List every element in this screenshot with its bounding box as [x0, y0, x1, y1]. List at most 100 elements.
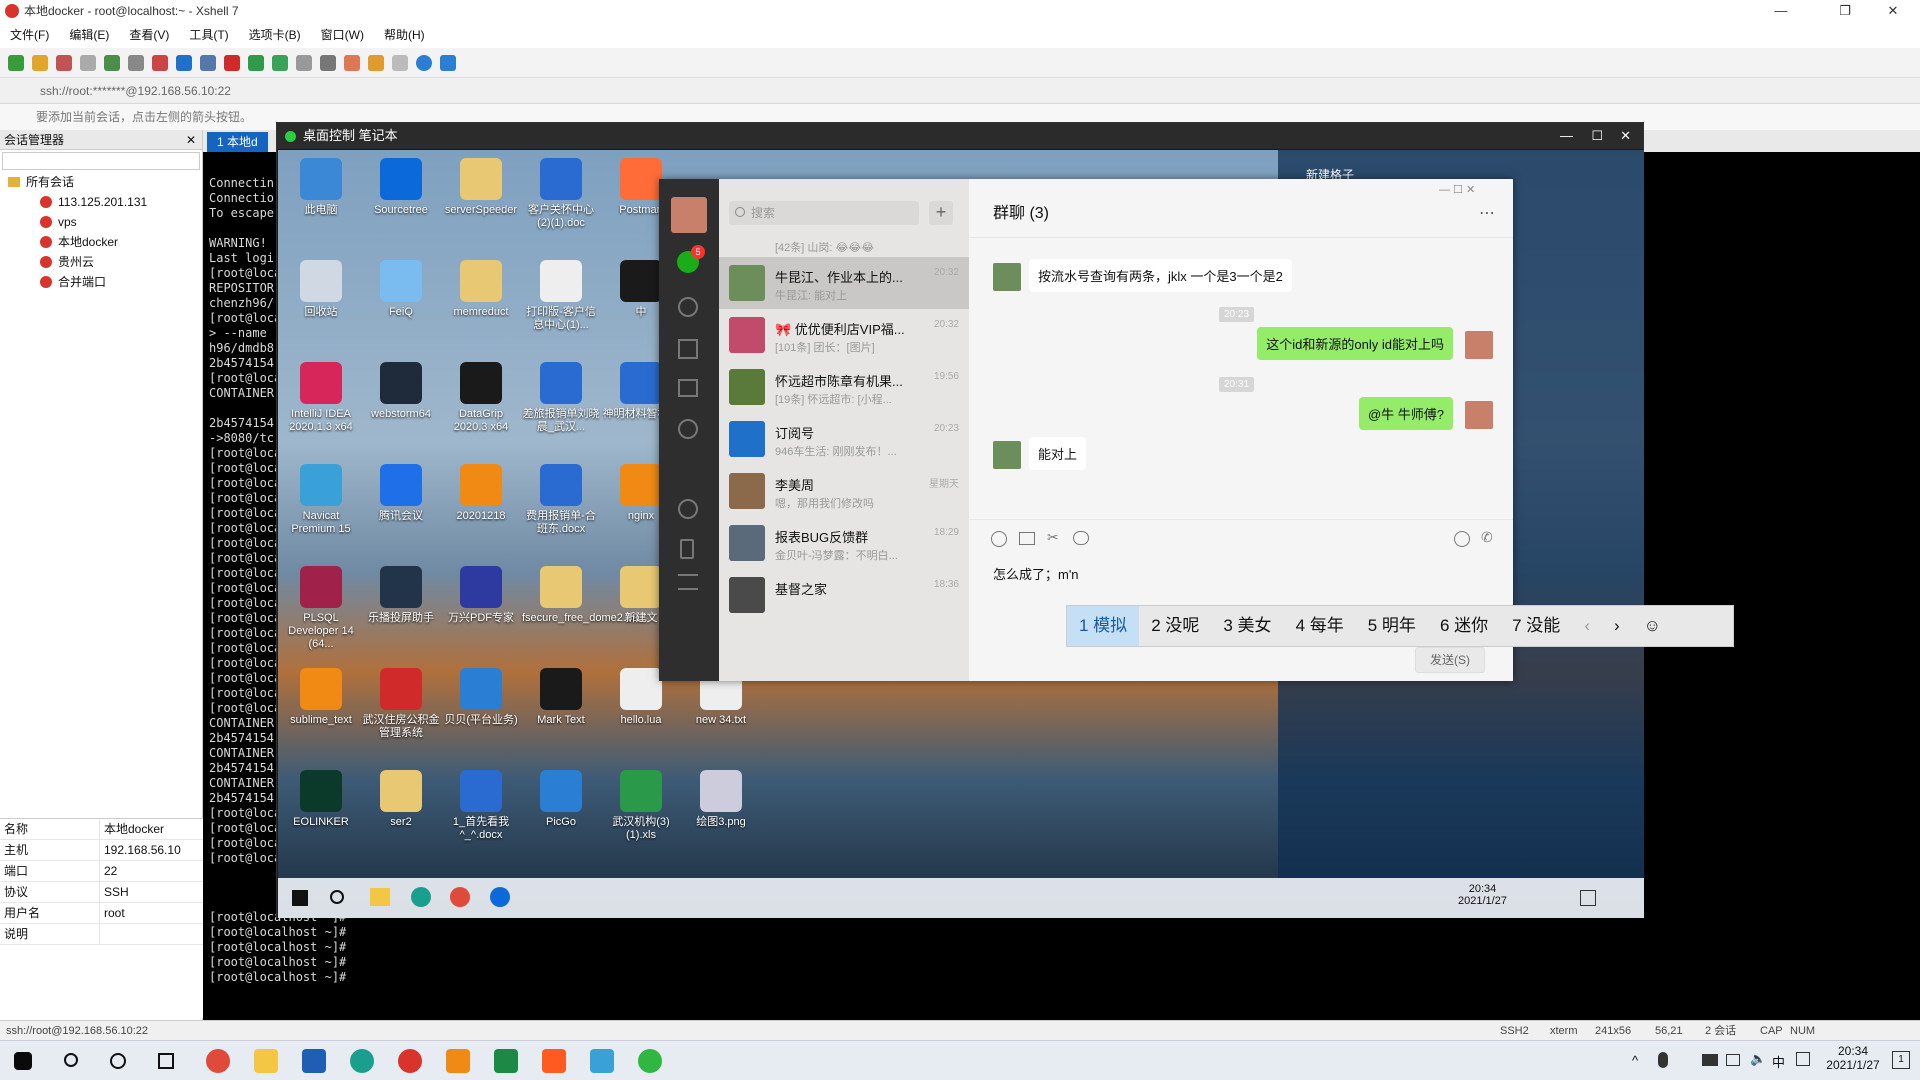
desktop-icon[interactable]: 万兴PDF专家	[442, 566, 520, 625]
message-avatar[interactable]	[993, 441, 1021, 469]
desktop-icon[interactable]: sublime_text	[282, 668, 360, 727]
file-icon[interactable]	[1019, 532, 1035, 545]
wechat-icon[interactable]	[638, 1049, 662, 1073]
conversation-item[interactable]: 牛昆江、作业本上的... 牛昆江: 能对上 20:32	[719, 257, 969, 309]
desktop-icon[interactable]: 腾讯会议	[362, 464, 440, 523]
remote-desktop-icon[interactable]	[590, 1049, 614, 1073]
menu-help[interactable]: 帮助(H)	[374, 22, 435, 48]
message-avatar[interactable]	[1465, 331, 1493, 359]
session-item[interactable]: 本地docker	[0, 232, 202, 252]
desktop-icon[interactable]: 客户关怀中心(2)(1).doc	[522, 158, 600, 230]
session-item[interactable]: vps	[0, 212, 202, 232]
session-search-input[interactable]	[2, 152, 200, 170]
edge-icon[interactable]	[350, 1049, 374, 1073]
desktop-icon[interactable]: 贝贝(平台业务)	[442, 668, 520, 727]
message-avatar[interactable]	[993, 263, 1021, 291]
favorites-icon[interactable]	[678, 339, 698, 359]
sublime-icon[interactable]	[446, 1049, 470, 1073]
font-icon[interactable]	[200, 54, 216, 71]
clock[interactable]: 20:34 2021/1/27	[1818, 1044, 1888, 1072]
desktop-icon[interactable]: Mark Text	[522, 668, 600, 727]
task-view-icon[interactable]	[158, 1053, 174, 1069]
phone-icon[interactable]	[680, 539, 694, 559]
ime-mode-icon[interactable]	[1796, 1052, 1810, 1066]
user-avatar[interactable]	[671, 197, 707, 233]
desktop-icon[interactable]: serverSpeeder	[442, 158, 520, 217]
network-icon[interactable]	[1726, 1054, 1740, 1066]
screenshot-icon[interactable]: ✂	[1047, 529, 1059, 546]
menu-view[interactable]: 查看(V)	[119, 22, 179, 48]
desktop-icon[interactable]: memreduct	[442, 260, 520, 319]
desktop-icon[interactable]: 回收站	[282, 260, 360, 319]
ime-prev-icon[interactable]: ‹	[1572, 606, 1602, 646]
tray-up-icon[interactable]: ^	[1632, 1053, 1638, 1068]
lock-icon[interactable]	[296, 54, 312, 71]
tab-local-docker[interactable]: 1 本地d	[207, 132, 268, 152]
script-icon[interactable]	[344, 54, 360, 71]
close-panel-icon[interactable]: ✕	[186, 130, 202, 150]
message-avatar[interactable]	[1465, 401, 1493, 429]
mic-icon[interactable]	[1658, 1052, 1668, 1068]
menu-window[interactable]: 窗口(W)	[311, 22, 374, 48]
menu-icon[interactable]	[678, 574, 698, 590]
chat-icon[interactable]	[440, 54, 456, 71]
notification-icon[interactable]	[1580, 890, 1596, 906]
fullscreen-icon[interactable]	[272, 54, 288, 71]
moments-icon[interactable]	[678, 419, 698, 439]
ime-indicator[interactable]: 中	[1772, 1052, 1785, 1071]
conversation-item[interactable]: 🎀 优优便利店VIP福... [101条] 团长：[图片] 20:32	[719, 309, 969, 361]
connect-icon[interactable]	[56, 54, 72, 71]
desktop-icon[interactable]: 乐播投屏助手	[362, 566, 440, 625]
disconnect-icon[interactable]	[80, 54, 96, 71]
ime-candidate[interactable]: 7 没能	[1500, 606, 1572, 646]
edge-icon[interactable]	[411, 887, 431, 907]
more-options-icon[interactable]: ⋯	[1479, 203, 1495, 223]
keyboard-icon[interactable]	[1702, 1054, 1718, 1066]
ime-candidate[interactable]: 4 每年	[1284, 606, 1356, 646]
window-controls[interactable]: — ☐ ✕	[1439, 183, 1475, 196]
session-item[interactable]: 合并端口	[0, 272, 202, 292]
conversation-item[interactable]: 李美周 嗯，那用我们修改吗 星期天	[719, 465, 969, 517]
transfer-icon[interactable]	[368, 54, 384, 71]
sourcetree-icon[interactable]	[490, 887, 510, 907]
send-button[interactable]: 发送(S)	[1415, 647, 1485, 673]
desktop-icon[interactable]: 费用报销单-合班东.docx	[522, 464, 600, 536]
desktop-icon[interactable]: 绘图3.png	[682, 770, 760, 829]
remote-close-button[interactable]: ✕	[1620, 123, 1631, 149]
message-sent[interactable]: @牛 牛师傅?	[1358, 397, 1453, 430]
ime-next-icon[interactable]: ›	[1602, 606, 1632, 646]
message-input[interactable]: 怎么成了；m'n	[993, 564, 1079, 583]
desktop-icon[interactable]: FeiQ	[362, 260, 440, 319]
miniprogram-icon[interactable]	[678, 499, 698, 519]
conversation-item[interactable]: 基督之家 18:36	[719, 569, 969, 621]
contacts-icon[interactable]	[678, 297, 698, 317]
emoji-icon[interactable]	[991, 531, 1007, 547]
explorer-icon[interactable]	[370, 888, 390, 906]
keyboard-icon[interactable]	[320, 54, 336, 71]
session-item[interactable]: 贵州云	[0, 252, 202, 272]
open-folder-icon[interactable]	[32, 54, 48, 71]
notification-center-icon[interactable]: 1	[1892, 1051, 1910, 1069]
close-button[interactable]: ✕	[1870, 0, 1916, 22]
message-sent[interactable]: 这个id和新源的only id能对上吗	[1257, 327, 1453, 360]
history-icon[interactable]	[1073, 531, 1089, 545]
menu-tools[interactable]: 工具(T)	[179, 22, 238, 48]
remote-screen[interactable]: 此电脑 Sourcetree serverSpeeder 客户关怀中心(2)(1).d…	[278, 150, 1644, 918]
desktop-icon[interactable]: 武汉机构(3)(1).xls	[602, 770, 680, 842]
restore-button[interactable]: ❐	[1822, 0, 1868, 22]
menu-tabs[interactable]: 选项卡(B)	[239, 22, 311, 48]
files-icon[interactable]	[678, 379, 698, 397]
volume-icon[interactable]: 🔈	[1750, 1051, 1766, 1067]
desktop-icon[interactable]: EOLINKER	[282, 770, 360, 829]
session-item[interactable]: 113.125.201.131	[0, 192, 202, 212]
desktop-icon[interactable]: Navicat Premium 15	[282, 464, 360, 536]
desktop-icon[interactable]: 差旅报销单刘晓晨_武汉...	[522, 362, 600, 434]
ime-candidate[interactable]: 1 模拟	[1067, 606, 1140, 646]
add-chat-button[interactable]: +	[929, 201, 953, 225]
ime-emoji-icon[interactable]: ☺	[1632, 606, 1673, 646]
ime-candidate[interactable]: 5 明年	[1356, 606, 1428, 646]
tree-root[interactable]: 所有会话	[0, 172, 202, 192]
search-input[interactable]: 搜索	[729, 201, 919, 225]
desktop-icon[interactable]: PLSQL Developer 14 (64...	[282, 566, 360, 651]
tile-icon[interactable]	[392, 54, 408, 71]
